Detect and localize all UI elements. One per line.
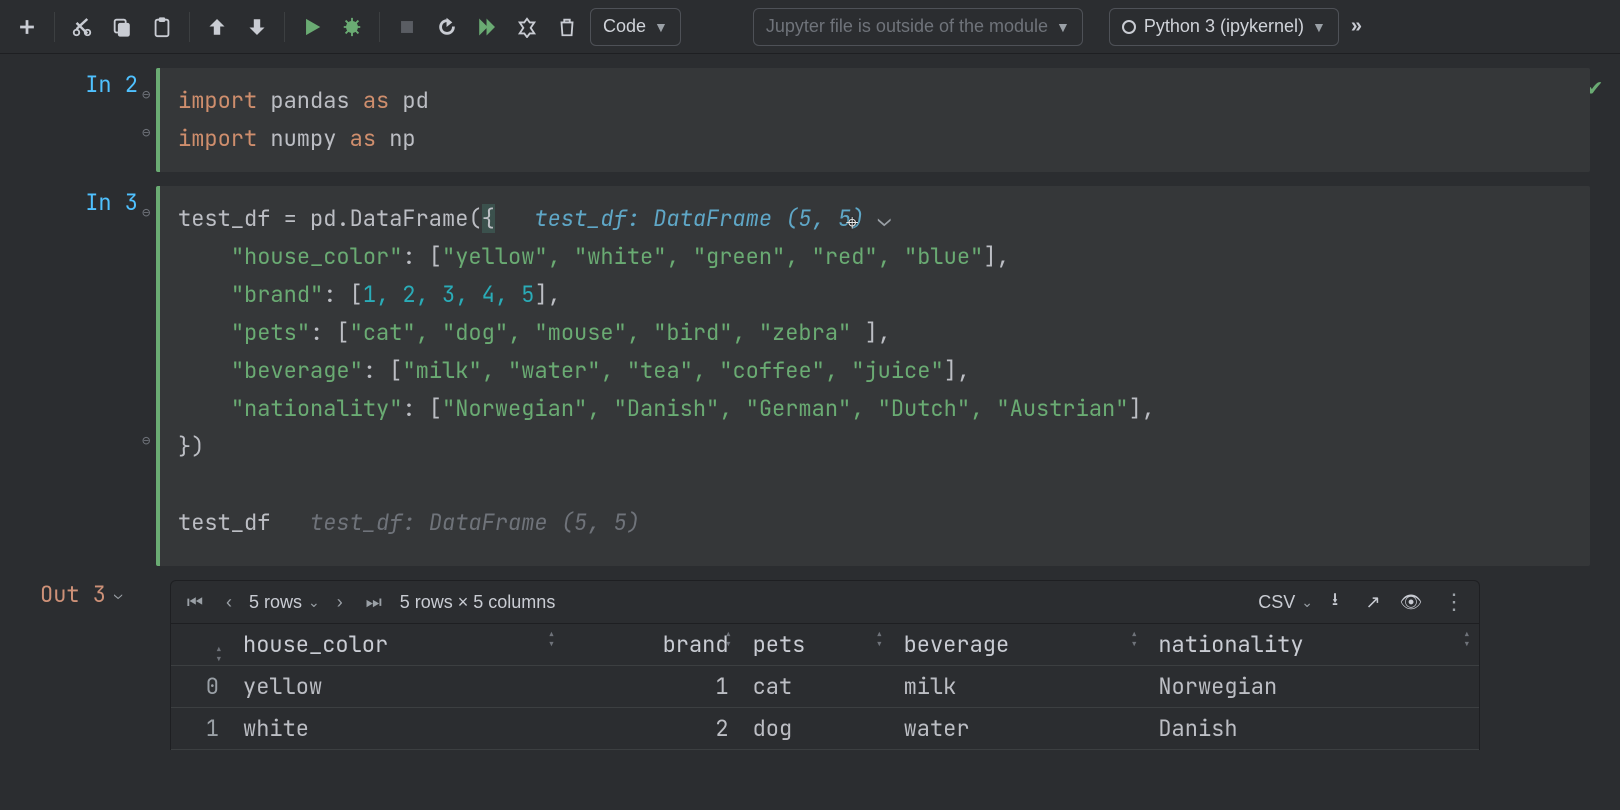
mouse-cursor-icon: ⌖ [846,208,858,237]
toggle-view-button[interactable]: 👁 [1395,592,1427,613]
chevron-down-icon: ⌄ [308,594,320,611]
module-context-select[interactable]: Jupyter file is outside of the module ▼ [753,8,1083,46]
inline-hint: test_df: DataFrame (5, 5) [310,508,640,537]
add-cell-button[interactable] [10,10,44,44]
code-cell[interactable]: In 2 ⊖import pandas as pd ⊖import numpy … [0,68,1620,172]
interrupt-button[interactable] [390,10,424,44]
chevron-down-icon: ▼ [1312,19,1326,35]
chevron-down-icon: ▼ [654,19,668,35]
column-header[interactable]: nationality▴▾ [1146,624,1479,666]
kernel-status-icon [1122,20,1136,34]
cut-button[interactable] [65,10,99,44]
cell-prompt: In 2 [36,68,156,172]
restart-button[interactable] [430,10,464,44]
table-row[interactable]: 0 yellow 1 cat milk Norwegian [171,666,1479,708]
dataframe-output: ⏮ ‹ 5 rows ⌄ › ⏭ 5 rows × 5 columns CSV … [170,580,1584,750]
rows-per-page-select[interactable]: 5 rows ⌄ [249,592,320,613]
output-more-button[interactable]: ⋮ [1439,589,1469,615]
fold-icon[interactable]: ⊖ [142,194,156,208]
fold-icon[interactable]: ⊖ [142,422,156,436]
column-header[interactable]: pets▴▾ [741,624,892,666]
cell-prompt: In 3 [36,186,156,566]
code-editor[interactable]: ⊖import pandas as pd ⊖import numpy as np [156,68,1590,172]
fold-icon[interactable]: ⊖ [142,76,156,90]
column-header[interactable]: house_color▴▾ [231,624,564,666]
column-header[interactable]: beverage▴▾ [892,624,1147,666]
prev-page-button[interactable]: ‹ [215,592,243,613]
output-prompt: Out 3 [40,580,106,609]
chevron-down-icon: ▼ [1056,19,1070,35]
inline-hint[interactable]: test_df: DataFrame (5, 5) ⌄ [534,204,890,233]
last-page-button[interactable]: ⏭ [360,592,388,613]
output-collapse-toggle[interactable]: ⌄ [114,586,122,604]
debug-cell-button[interactable] [335,10,369,44]
next-page-button[interactable]: › [326,592,354,613]
run-cell-button[interactable] [295,10,329,44]
kernel-label: Python 3 (ipykernel) [1144,16,1304,37]
dataframe-grid[interactable]: ▴▾ house_color▴▾ brand▴▾ pets▴▾ beverage… [170,624,1480,750]
notebook-toolbar: Code ▼ Jupyter file is outside of the mo… [0,0,1620,54]
move-up-button[interactable] [200,10,234,44]
fold-icon[interactable]: ⊖ [142,114,156,128]
cell-type-label: Code [603,16,646,37]
export-format-select[interactable]: CSV ⌄ [1258,592,1313,613]
shape-label: 5 rows × 5 columns [400,592,556,613]
paste-button[interactable] [145,10,179,44]
column-header[interactable]: brand▴▾ [564,624,741,666]
module-context-label: Jupyter file is outside of the module [766,16,1048,37]
delete-cell-button[interactable] [550,10,584,44]
dataframe-toolbar: ⏮ ‹ 5 rows ⌄ › ⏭ 5 rows × 5 columns CSV … [170,580,1480,624]
chevron-down-icon: ⌄ [1301,594,1313,611]
code-editor[interactable]: ⊖test_df = pd.DataFrame({ test_df: DataF… [156,186,1590,566]
copy-button[interactable] [105,10,139,44]
index-header[interactable]: ▴▾ [171,624,231,666]
code-cell[interactable]: In 3 ⊖test_df = pd.DataFrame({ test_df: … [0,186,1620,566]
cell-type-select[interactable]: Code ▼ [590,8,681,46]
download-button[interactable]: ⭳ [1319,587,1351,617]
kernel-select[interactable]: Python 3 (ipykernel) ▼ [1109,8,1339,46]
run-all-button[interactable] [470,10,504,44]
toolbar-more-button[interactable]: » [1345,15,1368,38]
first-page-button[interactable]: ⏮ [181,592,209,613]
open-external-button[interactable]: ↗ [1357,592,1389,613]
table-row[interactable]: 1 white 2 dog water Danish [171,708,1479,750]
move-down-button[interactable] [240,10,274,44]
clear-outputs-button[interactable] [510,10,544,44]
